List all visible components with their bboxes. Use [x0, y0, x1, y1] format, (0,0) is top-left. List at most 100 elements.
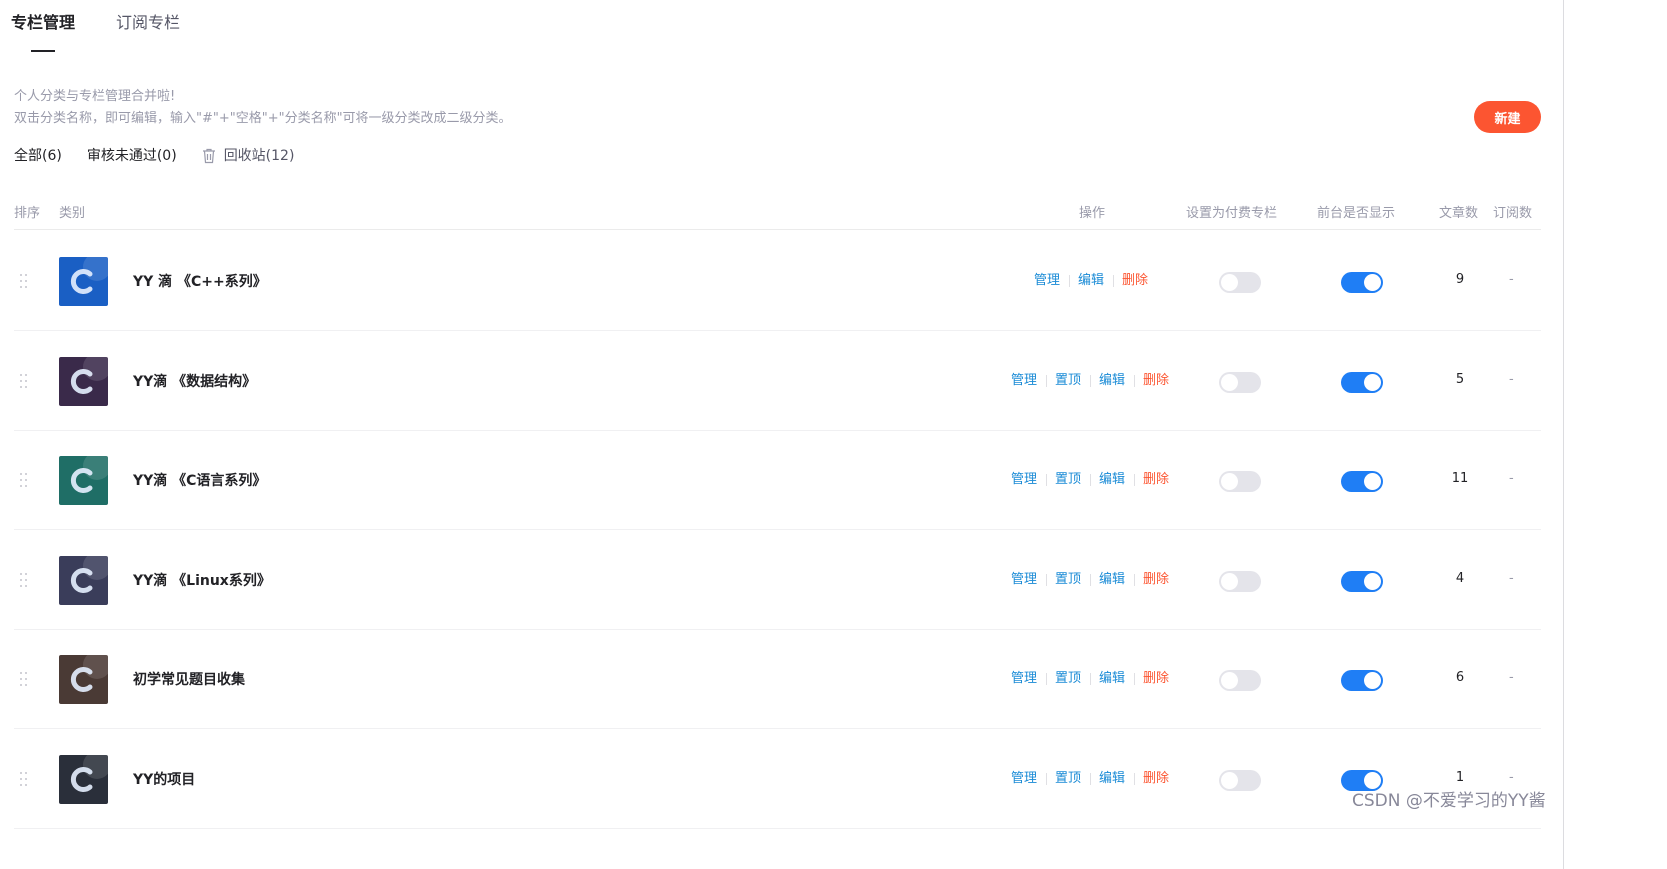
table-row: YY 滴 《C++系列》 管理 编辑 删除 9 - [14, 232, 1541, 331]
article-count: 1 [1455, 769, 1465, 785]
toggle-knob [1364, 373, 1381, 391]
table-row: YY滴 《Linux系列》 管理 置顶 编辑 删除 4 - [14, 531, 1541, 630]
toggle-knob [1221, 572, 1238, 590]
delete-link[interactable]: 删除 [1133, 372, 1169, 390]
paid-column-toggle[interactable] [1219, 769, 1261, 791]
delete-link[interactable]: 删除 [1112, 272, 1148, 290]
header-actions: 操作 [1079, 206, 1106, 221]
tab-column-management[interactable]: 专栏管理 [11, 12, 75, 52]
notice-line-1: 个人分类与专栏管理合并啦! [14, 89, 176, 104]
delete-link[interactable]: 删除 [1133, 670, 1169, 688]
drag-handle-icon[interactable] [20, 672, 28, 688]
edit-link[interactable]: 编辑 [1089, 372, 1134, 390]
toggle-knob [1364, 672, 1381, 689]
frontend-display-toggle[interactable] [1341, 570, 1383, 592]
frontend-display-toggle[interactable] [1341, 471, 1383, 492]
drag-handle-icon[interactable] [20, 274, 28, 290]
edit-link[interactable]: 编辑 [1089, 770, 1134, 788]
subscription-count: - [1509, 272, 1514, 287]
table-header: 排序 类别 操作 设置为付费专栏 前台是否显示 文章数 订阅数 [14, 200, 1541, 230]
header-category: 类别 [59, 206, 86, 221]
toggle-knob [1221, 274, 1238, 291]
edit-link[interactable]: 编辑 [1089, 471, 1134, 489]
subscription-count: - [1509, 670, 1514, 685]
row-actions: 管理 置顶 编辑 删除 [1002, 571, 1169, 589]
notice-line-2: 双击分类名称，即可编辑，输入"#"+"空格"+"分类名称"可将一级分类改成二级分… [14, 111, 512, 126]
subscription-count: - [1509, 570, 1514, 586]
column-title[interactable]: 初学常见题目收集 [133, 669, 245, 689]
pin-link[interactable]: 置顶 [1045, 770, 1090, 788]
frontend-display-toggle[interactable] [1341, 670, 1383, 691]
column-thumbnail [59, 257, 108, 306]
pin-link[interactable]: 置顶 [1045, 372, 1090, 390]
table-row: YY滴 《数据结构》 管理 置顶 编辑 删除 5 - [14, 332, 1541, 431]
scrollbar-edge [1563, 0, 1564, 869]
frontend-display-toggle[interactable] [1341, 272, 1383, 293]
manage-link[interactable]: 管理 [1002, 471, 1046, 489]
column-title[interactable]: YY滴 《Linux系列》 [133, 570, 271, 590]
filter-trash[interactable]: 回收站(12) [202, 146, 294, 166]
drag-handle-icon[interactable] [20, 373, 28, 390]
row-actions: 管理 置顶 编辑 删除 [1002, 471, 1169, 489]
pin-link[interactable]: 置顶 [1045, 471, 1090, 489]
toggle-knob [1221, 473, 1238, 490]
toggle-knob [1221, 373, 1238, 391]
column-thumbnail [59, 356, 108, 406]
article-count: 11 [1451, 471, 1469, 486]
delete-link[interactable]: 删除 [1133, 571, 1169, 589]
column-title[interactable]: YY滴 《数据结构》 [133, 371, 256, 391]
header-order: 排序 [14, 206, 41, 221]
manage-link[interactable]: 管理 [1002, 770, 1046, 788]
frontend-display-toggle[interactable] [1341, 371, 1383, 393]
drag-handle-icon[interactable] [20, 771, 28, 788]
filter-all[interactable]: 全部(6) [14, 146, 62, 166]
subscription-count: - [1509, 471, 1514, 486]
column-thumbnail [59, 456, 108, 505]
row-actions: 管理 置顶 编辑 删除 [1002, 670, 1169, 688]
pin-link[interactable]: 置顶 [1045, 670, 1090, 688]
notice-text: 个人分类与专栏管理合并啦! 双击分类名称，即可编辑，输入"#"+"空格"+"分类… [14, 86, 512, 130]
row-actions: 管理 编辑 删除 [1025, 272, 1148, 290]
paid-column-toggle[interactable] [1219, 272, 1261, 293]
toggle-knob [1364, 572, 1381, 590]
table-row: 初学常见题目收集 管理 置顶 编辑 删除 6 - [14, 630, 1541, 729]
column-title[interactable]: YY的项目 [133, 769, 195, 789]
column-thumbnail [59, 754, 108, 804]
trash-icon [202, 148, 215, 164]
manage-link[interactable]: 管理 [1002, 670, 1046, 688]
column-title[interactable]: YY 滴 《C++系列》 [133, 271, 267, 291]
manage-link[interactable]: 管理 [1025, 272, 1069, 290]
header-display: 前台是否显示 [1317, 206, 1396, 221]
paid-column-toggle[interactable] [1219, 670, 1261, 691]
new-button[interactable]: 新建 [1474, 101, 1541, 133]
manage-link[interactable]: 管理 [1002, 372, 1046, 390]
delete-link[interactable]: 删除 [1133, 770, 1169, 788]
article-count: 9 [1455, 272, 1465, 287]
edit-link[interactable]: 编辑 [1089, 571, 1134, 589]
toggle-knob [1364, 274, 1381, 291]
column-thumbnail [59, 655, 108, 704]
edit-link[interactable]: 编辑 [1068, 272, 1113, 290]
column-title[interactable]: YY滴 《C语言系列》 [133, 470, 266, 490]
column-thumbnail [59, 555, 108, 605]
filter-bar: 全部(6) 审核未通过(0) 回收站(12) [14, 146, 319, 166]
table-row: YY滴 《C语言系列》 管理 置顶 编辑 删除 11 - [14, 431, 1541, 530]
article-count: 4 [1455, 570, 1465, 586]
tab-subscribed-columns[interactable]: 订阅专栏 [116, 12, 180, 34]
filter-rejected[interactable]: 审核未通过(0) [87, 146, 177, 166]
paid-column-toggle[interactable] [1219, 570, 1261, 592]
paid-column-toggle[interactable] [1219, 371, 1261, 393]
edit-link[interactable]: 编辑 [1089, 670, 1134, 688]
toggle-knob [1364, 473, 1381, 490]
drag-handle-icon[interactable] [20, 572, 28, 589]
subscription-count: - [1509, 371, 1514, 387]
paid-column-toggle[interactable] [1219, 471, 1261, 492]
tab-bar: 专栏管理 订阅专栏 [11, 12, 180, 52]
watermark: CSDN @不爱学习的YY酱 [1352, 791, 1546, 811]
drag-handle-icon[interactable] [20, 473, 28, 489]
row-actions: 管理 置顶 编辑 删除 [1002, 770, 1169, 788]
article-count: 5 [1455, 371, 1465, 387]
manage-link[interactable]: 管理 [1002, 571, 1046, 589]
pin-link[interactable]: 置顶 [1045, 571, 1090, 589]
delete-link[interactable]: 删除 [1133, 471, 1169, 489]
